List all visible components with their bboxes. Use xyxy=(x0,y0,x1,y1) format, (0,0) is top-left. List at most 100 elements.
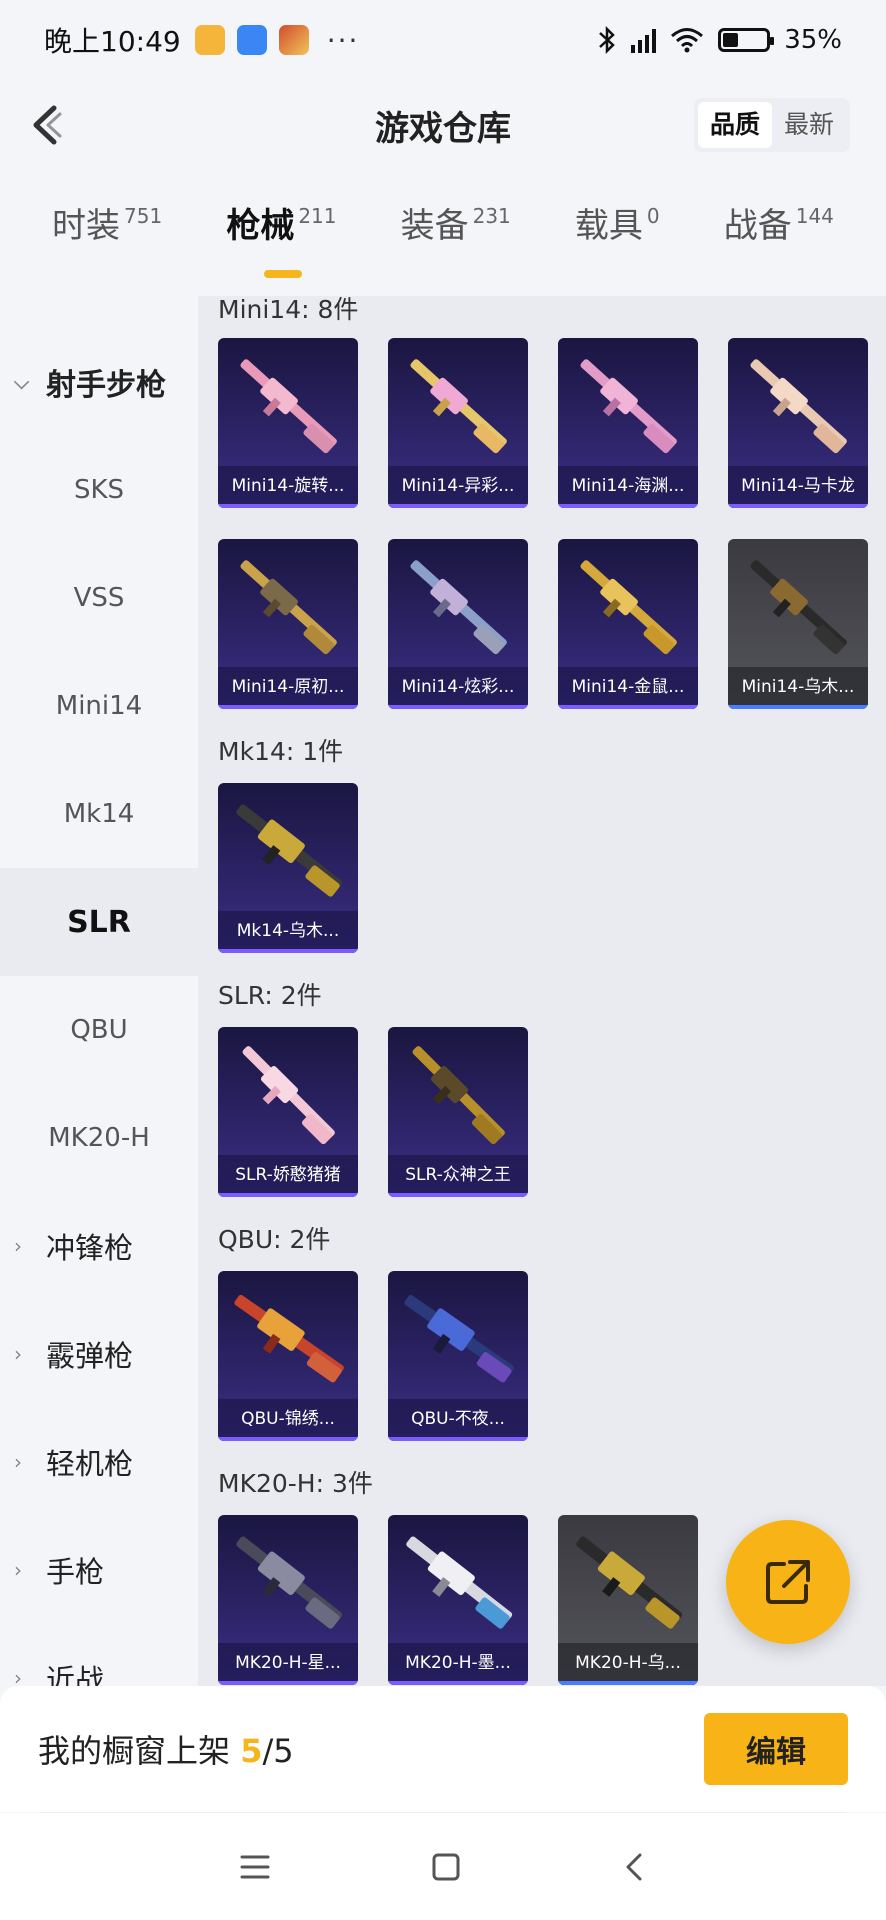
weapon-card[interactable]: Mk14-乌木... xyxy=(218,783,358,953)
tab-supplies[interactable]: 战备 144 xyxy=(724,198,834,278)
showcase-total-count: 5 xyxy=(273,1732,294,1770)
weapon-name: Mini14-金鼠... xyxy=(558,667,698,709)
tab-label: 载具 xyxy=(574,206,643,246)
tab-vehicles[interactable]: 载具 0 xyxy=(575,198,660,278)
home-icon[interactable] xyxy=(431,1852,461,1882)
weapon-card[interactable]: Mini14-原初... xyxy=(218,539,358,709)
rifle-skin-icon xyxy=(410,560,507,655)
menu-icon[interactable] xyxy=(240,1854,270,1880)
tab-firearms[interactable]: 枪械 211 xyxy=(226,198,337,278)
sidebar-item-vss[interactable]: VSS xyxy=(0,544,198,652)
sidebar-group-marksman-rifles[interactable]: ⌵ 射手步枪 xyxy=(0,328,198,436)
weapon-card[interactable]: SLR-娇憨猪猪 xyxy=(218,1027,358,1197)
edit-button[interactable]: 编辑 xyxy=(704,1713,848,1785)
chevron-down-icon: ⌵ xyxy=(14,370,30,394)
sidebar-group-label: 冲锋枪 xyxy=(46,1231,134,1265)
battery-fill xyxy=(723,33,739,47)
tab-count: 144 xyxy=(795,204,834,228)
status-app-icons xyxy=(194,25,309,55)
sort-option-quality[interactable]: 品质 xyxy=(697,102,772,148)
sidebar-group-label: 射手步枪 xyxy=(46,368,166,403)
sidebar-group-label: 手枪 xyxy=(46,1555,105,1589)
bluetooth-icon xyxy=(599,25,616,55)
showcase-separator: / xyxy=(262,1732,274,1770)
battery-percent: 35% xyxy=(784,25,842,55)
rifle-skin-icon xyxy=(410,359,507,454)
section-title: MK20-H: 3件 xyxy=(218,1469,373,1498)
sidebar-item-qbu[interactable]: QBU xyxy=(0,976,198,1084)
rifle-skin-icon xyxy=(236,1536,343,1629)
page-title: 游戏仓库 xyxy=(375,108,511,149)
weapon-card[interactable]: Mini14-旋转... xyxy=(218,338,358,508)
weapon-card[interactable]: Mini14-炫彩... xyxy=(388,539,528,709)
sidebar-group-smg[interactable]: › 冲锋枪 xyxy=(0,1192,198,1300)
share-fab-button[interactable] xyxy=(726,1520,850,1644)
sidebar-group-shotgun[interactable]: › 霰弹枪 xyxy=(0,1300,198,1408)
share-icon xyxy=(766,1560,810,1604)
weapon-card[interactable]: Mini14-异彩... xyxy=(388,338,528,508)
chevron-right-icon: › xyxy=(14,1666,22,1686)
weapon-name: Mk14-乌木... xyxy=(218,911,358,953)
rifle-skin-icon xyxy=(580,560,677,655)
active-tab-indicator xyxy=(264,270,303,278)
sort-toggle: 品质 最新 xyxy=(693,98,850,152)
sidebar-item-mk14[interactable]: Mk14 xyxy=(0,760,198,868)
sidebar-item-slr[interactable]: SLR xyxy=(0,868,198,976)
showcase-status: 我的橱窗上架 5/5 xyxy=(38,1726,294,1772)
weapon-name: QBU-锦绣... xyxy=(218,1399,358,1441)
sidebar-group-pistol[interactable]: › 手枪 xyxy=(0,1516,198,1624)
tab-equipment[interactable]: 装备 231 xyxy=(401,198,511,278)
battery-icon xyxy=(718,28,775,52)
sidebar-item-mk20h[interactable]: MK20-H xyxy=(0,1084,198,1192)
weapon-name: MK20-H-墨... xyxy=(388,1643,528,1685)
weapon-card[interactable]: Mini14-乌木... xyxy=(728,539,868,709)
weapon-name: Mini14-炫彩... xyxy=(388,667,528,709)
back-chevron-icon[interactable] xyxy=(24,100,74,150)
weapon-card[interactable]: QBU-锦绣... xyxy=(218,1271,358,1441)
chevron-right-icon: › xyxy=(14,1234,22,1258)
showcase-used-count: 5 xyxy=(240,1732,263,1770)
weapon-card[interactable]: Mini14-马卡龙 xyxy=(728,338,868,508)
back-icon[interactable] xyxy=(622,1852,646,1882)
weapon-name: MK20-H-乌... xyxy=(558,1643,698,1685)
section-title: QBU: 2件 xyxy=(218,1225,331,1254)
status-right: 35% xyxy=(597,25,842,55)
tab-label: 战备 xyxy=(723,206,792,246)
tab-fashion[interactable]: 时装 751 xyxy=(52,198,162,278)
system-nav-bar xyxy=(0,1813,886,1920)
weapon-card[interactable]: MK20-H-墨... xyxy=(388,1515,528,1685)
sidebar-group-lmg[interactable]: › 轻机枪 xyxy=(0,1408,198,1516)
sidebar-item-mini14[interactable]: Mini14 xyxy=(0,652,198,760)
sort-option-newest[interactable]: 最新 xyxy=(772,102,846,148)
tab-count: 0 xyxy=(646,204,660,228)
rifle-skin-icon xyxy=(576,1536,683,1629)
sidebar-group-melee[interactable]: › 近战 xyxy=(0,1624,198,1686)
weapon-name: Mini14-乌木... xyxy=(728,667,868,709)
showcase-bar: 我的橱窗上架 5/5 编辑 xyxy=(0,1686,886,1812)
tab-label: 装备 xyxy=(400,206,469,246)
rifle-skin-icon xyxy=(404,1294,514,1383)
rifle-skin-icon xyxy=(240,560,337,655)
signal-icon xyxy=(631,27,657,53)
weapon-name: MK20-H-星... xyxy=(218,1643,358,1685)
category-tabs: 时装 751 枪械 211 装备 231 载具 0 战备 144 xyxy=(0,198,886,294)
weapon-card[interactable]: Mini14-海渊... xyxy=(558,338,698,508)
weapon-card[interactable]: MK20-H-乌... xyxy=(558,1515,698,1685)
game-app-icon xyxy=(278,25,309,55)
tab-count: 231 xyxy=(472,204,511,228)
weapon-name: Mini14-马卡龙 xyxy=(728,466,868,508)
tab-count: 751 xyxy=(124,204,163,228)
weapon-card[interactable]: MK20-H-星... xyxy=(218,1515,358,1685)
weapon-card[interactable]: SLR-众神之王 xyxy=(388,1027,528,1197)
section-title: Mini14: 8件 xyxy=(218,296,359,324)
rifle-skin-icon xyxy=(234,1294,344,1383)
section-title: Mk14: 1件 xyxy=(218,737,344,766)
rifle-skin-icon xyxy=(750,560,847,655)
sidebar-group-label: 霰弹枪 xyxy=(46,1339,134,1373)
weapon-card[interactable]: Mini14-金鼠... xyxy=(558,539,698,709)
sidebar-item-sks[interactable]: SKS xyxy=(0,436,198,544)
weapon-grid: Mini14: 8件 Mini14-旋转... Mini14-异彩... Min… xyxy=(198,296,886,1686)
weapon-card[interactable]: QBU-不夜... xyxy=(388,1271,528,1441)
weapon-name: Mini14-原初... xyxy=(218,667,358,709)
tab-label: 枪械 xyxy=(226,206,295,246)
